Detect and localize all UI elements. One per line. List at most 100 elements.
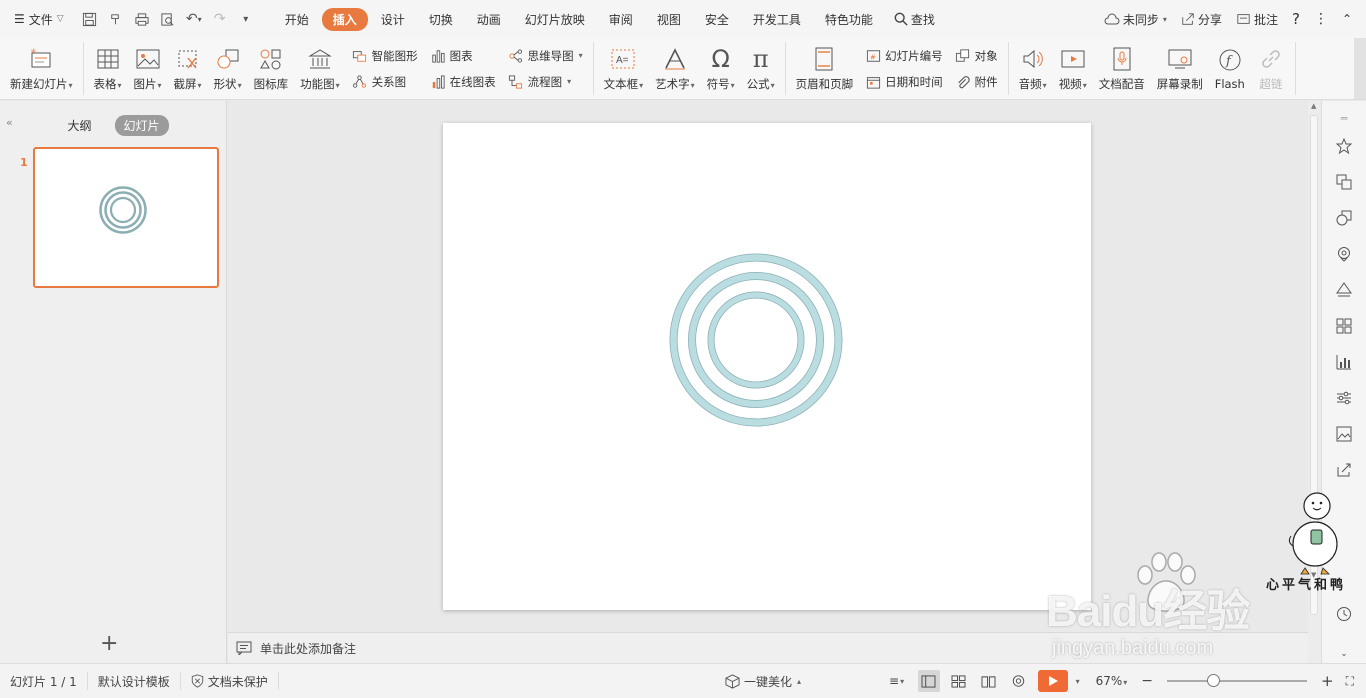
picture-button[interactable]: 图片▾ (128, 42, 168, 96)
tab-features[interactable]: 特色功能 (814, 8, 884, 31)
chart-label: 图表 (449, 48, 473, 63)
bar-chart-icon[interactable] (1335, 353, 1353, 371)
more-options-icon[interactable]: ⋮ (1314, 11, 1328, 27)
wordart-button[interactable]: 艺术字▾ (649, 42, 701, 96)
screen-record-button[interactable]: 屏幕录制 (1151, 42, 1209, 96)
play-slideshow-button[interactable] (1037, 670, 1068, 692)
audio-button[interactable]: 音频▾ (1013, 42, 1053, 96)
reading-view-icon[interactable] (978, 670, 1000, 692)
tab-home[interactable]: 开始 (274, 8, 320, 31)
redo-icon[interactable]: ↷ (210, 9, 230, 29)
history-icon[interactable] (1335, 605, 1353, 623)
scroll-up-icon[interactable]: ▲ (1311, 102, 1316, 110)
zoom-out-icon[interactable]: − (1141, 673, 1153, 689)
notes-pane[interactable]: 单击此处添加备注 (228, 632, 1308, 663)
chart-button[interactable]: 图表 (430, 47, 496, 65)
collapse-ribbon-icon[interactable]: ⌃ (1342, 12, 1352, 26)
datetime-button[interactable]: 日期和时间 (865, 73, 943, 91)
design-template[interactable]: 默认设计模板 (88, 672, 181, 690)
concentric-rings[interactable] (443, 123, 1091, 610)
file-menu[interactable]: ☰ 文件 ▽ (0, 0, 72, 38)
relation-chart-button[interactable]: 关系图 (352, 73, 418, 91)
protection-label: 文档未保护 (207, 674, 268, 689)
save-icon[interactable] (80, 9, 100, 29)
star-icon[interactable] (1335, 137, 1353, 155)
flowchart-button[interactable]: 流程图 ▾ (508, 73, 583, 91)
sync-button[interactable]: 未同步 ▾ (1104, 11, 1167, 28)
print-icon[interactable] (132, 9, 152, 29)
attachment-button[interactable]: 附件 (955, 73, 998, 91)
tab-animation[interactable]: 动画 (466, 8, 512, 31)
normal-view-icon[interactable] (917, 670, 940, 692)
ribbon-scrollbar[interactable] (1354, 38, 1366, 99)
slide-canvas[interactable] (443, 123, 1091, 610)
slide-sorter-icon[interactable] (948, 670, 970, 692)
smart-shape-button[interactable]: 智能图形 (352, 47, 418, 65)
zoom-in-icon[interactable]: + (1321, 672, 1334, 690)
location-icon[interactable] (1335, 245, 1353, 263)
symbol-button[interactable]: Ω 符号▾ (701, 42, 741, 96)
object-button[interactable]: 对象 (955, 47, 998, 65)
slide-number-button[interactable]: # 幻灯片编号 (865, 47, 943, 65)
tab-insert[interactable]: 插入 (321, 7, 368, 31)
beautify-button[interactable]: 一键美化 ▴ (725, 673, 801, 690)
tab-design[interactable]: 设计 (370, 8, 416, 31)
speaker-icon (1023, 49, 1043, 69)
add-slide-icon[interactable]: + (100, 631, 118, 656)
doc-audio-button[interactable]: 文档配音 (1093, 42, 1151, 96)
shapes-icon[interactable] (1335, 209, 1353, 227)
tab-view[interactable]: 视图 (646, 8, 692, 31)
zoom-slider-knob[interactable] (1207, 674, 1221, 687)
zoom-level[interactable]: 67%▾ (1096, 674, 1128, 688)
export-icon[interactable] (1335, 461, 1353, 479)
hyperlink-button[interactable]: 超链 (1251, 42, 1291, 96)
stack-icon[interactable] (1335, 281, 1353, 299)
sidebar-expand-icon[interactable]: ⌄ (1335, 645, 1353, 663)
help-icon[interactable]: ? (1292, 10, 1300, 28)
video-button[interactable]: 视频▾ (1053, 42, 1093, 96)
textbox-button[interactable]: A= 文本框▾ (598, 42, 650, 96)
header-footer-button[interactable]: 页眉和页脚 (790, 42, 860, 96)
search-box[interactable]: 查找 (894, 11, 935, 28)
video-label: 视频 (1058, 77, 1082, 91)
tab-slideshow[interactable]: 幻灯片放映 (514, 8, 596, 31)
undo-icon[interactable]: ↶ ▾ (184, 9, 204, 29)
tab-security[interactable]: 安全 (694, 8, 740, 31)
screenshot-label: 截屏 (173, 77, 197, 91)
play-options-icon[interactable]: ▾ (1076, 677, 1080, 686)
table-button[interactable]: 表格▾ (88, 42, 128, 96)
tab-developer[interactable]: 开发工具 (742, 8, 812, 31)
zoom-slider[interactable] (1167, 674, 1308, 687)
slide-thumbnail[interactable] (33, 147, 219, 288)
screenshot-button[interactable]: 截屏▾ (168, 42, 208, 96)
protection-status[interactable]: 文档未保护 (181, 672, 279, 690)
print-preview-icon[interactable] (158, 9, 178, 29)
image-icon[interactable] (1335, 425, 1353, 443)
shape-button[interactable]: 形状▾ (208, 42, 248, 96)
comment-button[interactable]: 批注 (1236, 11, 1278, 28)
customize-toolbar-icon[interactable]: ▾ (236, 9, 256, 29)
relation-chart-icon (353, 74, 367, 88)
format-painter-icon[interactable] (106, 9, 126, 29)
online-chart-button[interactable]: 在线图表 (430, 73, 496, 91)
formula-button[interactable]: π 公式▾ (741, 42, 781, 96)
sliders-icon[interactable] (1335, 389, 1353, 407)
grid-icon[interactable] (1335, 317, 1353, 335)
notes-toggle-icon[interactable]: ≡ ▾ (884, 670, 910, 692)
mindmap-button[interactable]: 思维导图 ▾ (508, 47, 583, 65)
icon-library-button[interactable]: 图标库 (248, 42, 295, 96)
flash-button[interactable]: f Flash (1209, 42, 1251, 96)
new-slide-button[interactable]: ✳ 新建幻灯片▾ (4, 42, 79, 96)
share-button[interactable]: 分享 (1181, 11, 1222, 28)
duck-mascot (1288, 492, 1338, 575)
search-icon (894, 12, 908, 26)
layers-icon[interactable] (1335, 173, 1353, 191)
tab-outline[interactable]: 大纲 (58, 115, 100, 136)
tab-slides[interactable]: 幻灯片 (114, 115, 169, 136)
fit-window-icon[interactable]: ⛶ (1346, 674, 1354, 689)
function-chart-button[interactable]: 功能图▾ (294, 42, 346, 96)
presenter-view-icon[interactable] (1008, 670, 1030, 692)
tab-review[interactable]: 审阅 (598, 8, 644, 31)
sidebar-drag-handle[interactable]: ═ (1335, 109, 1353, 127)
tab-transition[interactable]: 切换 (418, 8, 464, 31)
